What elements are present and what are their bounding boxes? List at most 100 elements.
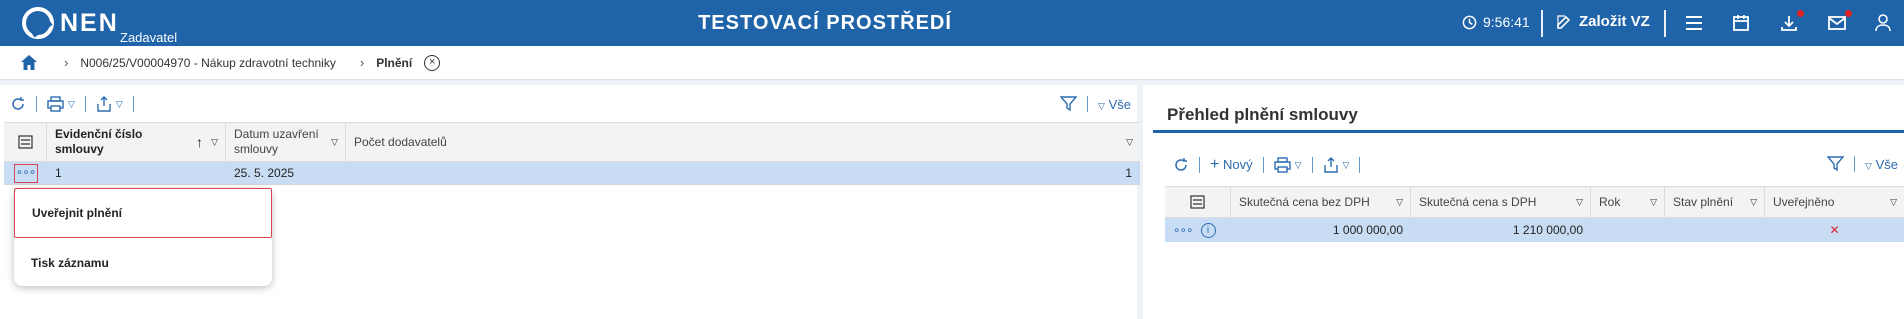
create-vz-label: Založit VZ (1579, 13, 1650, 30)
column-header-label: Počet dodavatelů (354, 135, 447, 149)
chevron-down-icon[interactable]: ▽ (68, 99, 75, 110)
cell-datum: 25. 5. 2025 (234, 166, 295, 180)
column-header-rok[interactable]: Rok ▽ (1591, 187, 1665, 217)
chevron-down-icon[interactable]: ▽ (1295, 160, 1302, 171)
grid-header: Evidenční číslo smlouvy ↑ ▽ Datum uzavře… (4, 122, 1140, 162)
filter-icon[interactable] (1827, 156, 1845, 172)
title-underline (1153, 130, 1904, 133)
chevron-down-icon: ▽ (1098, 100, 1105, 111)
toolbar-divider (1262, 157, 1264, 173)
chevron-down-icon[interactable]: ▽ (1343, 160, 1350, 171)
toolbar-divider (84, 96, 86, 112)
chevron-down-icon[interactable]: ▽ (1890, 197, 1897, 208)
chevron-down-icon[interactable]: ▽ (1126, 137, 1133, 148)
contracts-grid: Evidenční číslo smlouvy ↑ ▽ Datum uzavře… (4, 122, 1140, 185)
export-icon[interactable] (1323, 157, 1339, 173)
toolbar-divider (1199, 157, 1200, 173)
column-header-datum[interactable]: Datum uzavření smlouvy ▽ (226, 123, 346, 161)
column-header-cena-s-dph[interactable]: Skutečná cena s DPH ▽ (1411, 187, 1591, 217)
column-header-label: Stav plnění (1673, 195, 1734, 209)
print-icon[interactable] (1273, 157, 1291, 173)
print-icon[interactable] (47, 96, 64, 112)
menu-icon[interactable] (1683, 12, 1705, 34)
menu-item-print[interactable]: Tisk záznamu (31, 256, 109, 270)
row-actions-cell: ∘∘∘ i (1165, 222, 1231, 238)
chevron-down-icon[interactable]: ▽ (211, 137, 218, 148)
column-header-uverejneno[interactable]: Uveřejněno ▽ (1765, 187, 1904, 217)
column-header-cena-bez-dph[interactable]: Skutečná cena bez DPH ▽ (1231, 187, 1411, 217)
more-options-icon[interactable]: ∘∘∘ (13, 163, 38, 183)
panel-title: Přehled plnění smlouvy (1167, 105, 1358, 124)
filter-all-label: Vše (1108, 96, 1131, 112)
not-published-icon: ✕ (1829, 223, 1840, 237)
filter-all-button[interactable]: ▽ Vše (1098, 97, 1131, 112)
toolbar-divider (1854, 156, 1856, 172)
filter-all-button[interactable]: ▽ Vše (1865, 157, 1898, 172)
breadcrumb: › N006/25/V00004970 - Nákup zdravotní te… (0, 46, 1904, 80)
new-button[interactable]: + Nový (1210, 156, 1253, 174)
new-label: Nový (1222, 157, 1253, 172)
contracts-panel: ▽ ▽ ▽ Vše Evidenční číslo smlouvy ↑ ▽ Da… (0, 85, 1143, 319)
header-divider (1541, 10, 1543, 37)
right-toolbar: + Nový ▽ ▽ (1173, 156, 1366, 174)
filter-icon[interactable] (1060, 96, 1078, 112)
export-icon[interactable] (96, 96, 112, 112)
table-row[interactable]: ∘∘∘ i 1 000 000,00 1 210 000,00 ✕ (1165, 218, 1904, 242)
chevron-right-icon: › (359, 55, 365, 70)
session-timer: 9:56:41 (1462, 14, 1530, 30)
more-options-icon[interactable]: ∘∘∘ (1173, 223, 1194, 237)
environment-title: TESTOVACÍ PROSTŘEDÍ (698, 12, 952, 34)
user-icon[interactable] (1872, 12, 1894, 34)
notification-dot (1797, 10, 1804, 17)
sort-asc-icon[interactable]: ↑ (196, 134, 203, 150)
plus-icon: + (1210, 156, 1220, 173)
breadcrumb-item-zakazka[interactable]: N006/25/V00004970 - Nákup zdravotní tech… (80, 56, 336, 70)
column-header-label: Evidenční číslo smlouvy (55, 127, 143, 156)
download-icon[interactable] (1778, 10, 1804, 34)
column-settings-icon (17, 135, 33, 149)
toolbar-divider (132, 96, 134, 112)
close-icon[interactable]: × (424, 54, 441, 71)
column-header-cislo[interactable]: Evidenční číslo smlouvy ↑ ▽ (47, 123, 226, 161)
cell-pocet: 1 (1125, 166, 1132, 180)
toolbar-divider (1087, 96, 1089, 112)
info-icon[interactable]: i (1200, 222, 1216, 238)
column-header-label: Uveřejněno (1773, 195, 1835, 209)
notification-dot (1845, 10, 1852, 17)
column-header-label: Skutečná cena bez DPH (1239, 195, 1370, 209)
chevron-down-icon[interactable]: ▽ (1750, 197, 1757, 208)
column-settings-cell[interactable] (1165, 187, 1231, 217)
column-settings-icon (1190, 195, 1205, 209)
breadcrumb-current: Plnění (376, 55, 413, 70)
chevron-down-icon[interactable]: ▽ (1650, 197, 1657, 208)
grid-header: Skutečná cena bez DPH ▽ Skutečná cena s … (1165, 186, 1904, 218)
column-header-pocet[interactable]: Počet dodavatelů ▽ (346, 123, 1140, 161)
chevron-down-icon[interactable]: ▽ (1576, 197, 1583, 208)
context-menu: Uveřejnit plnění Tisk záznamu (14, 188, 272, 286)
chevron-down-icon: ▽ (1865, 160, 1872, 171)
table-row[interactable]: ∘∘∘ 1 25. 5. 2025 1 (4, 162, 1140, 185)
create-vz-button[interactable]: Založit VZ (1556, 13, 1650, 30)
column-header-label: Skutečná cena s DPH (1419, 195, 1537, 209)
refresh-icon[interactable] (10, 96, 26, 112)
toolbar-divider (1311, 157, 1313, 173)
home-icon[interactable] (20, 53, 40, 73)
fulfillment-grid: Skutečná cena bez DPH ▽ Skutečná cena s … (1165, 186, 1904, 242)
column-settings-cell[interactable] (4, 123, 47, 161)
chevron-down-icon[interactable]: ▽ (331, 137, 338, 148)
toolbar-divider (36, 96, 37, 112)
chevron-down-icon[interactable]: ▽ (1396, 197, 1403, 208)
menu-item-publish[interactable]: Uveřejnit plnění (14, 188, 272, 238)
calendar-icon[interactable] (1730, 12, 1752, 34)
header-divider (1664, 10, 1666, 37)
filter-all-label: Vše (1875, 156, 1898, 172)
refresh-icon[interactable] (1173, 157, 1189, 173)
mail-icon[interactable] (1826, 10, 1852, 34)
cell-cislo: 1 (55, 166, 62, 180)
column-header-label: Datum uzavření smlouvy (234, 127, 319, 156)
column-header-stav[interactable]: Stav plnění ▽ (1665, 187, 1765, 217)
left-filter-tools: ▽ Vše (1060, 96, 1131, 112)
chevron-down-icon[interactable]: ▽ (116, 99, 123, 110)
toolbar-divider (1359, 157, 1361, 173)
cell-cena-s-dph: 1 210 000,00 (1512, 223, 1583, 237)
